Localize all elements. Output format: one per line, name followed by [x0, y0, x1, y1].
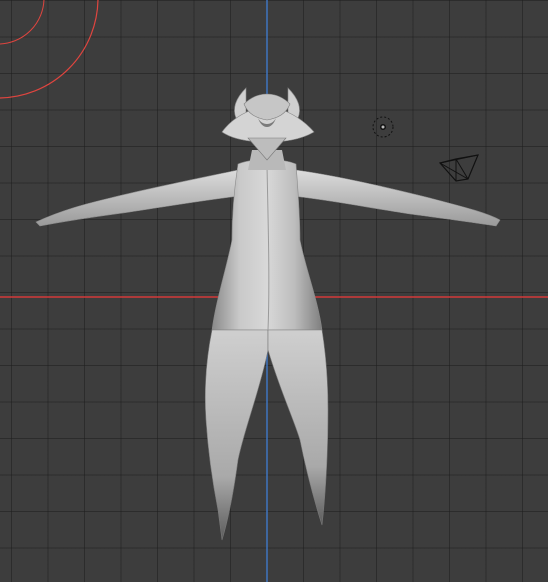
left-arm — [35, 169, 241, 227]
light-gizmo[interactable] — [372, 116, 394, 138]
viewport-canvas — [0, 0, 548, 582]
3d-viewport[interactable] — [0, 0, 548, 582]
head — [221, 87, 315, 161]
light-inner-circle — [0, 0, 45, 45]
light-radius-circle[interactable] — [0, 0, 99, 99]
character-mesh[interactable] — [35, 87, 501, 541]
right-leg — [267, 329, 329, 526]
left-leg — [204, 329, 269, 541]
camera-gizmo[interactable] — [438, 154, 479, 182]
